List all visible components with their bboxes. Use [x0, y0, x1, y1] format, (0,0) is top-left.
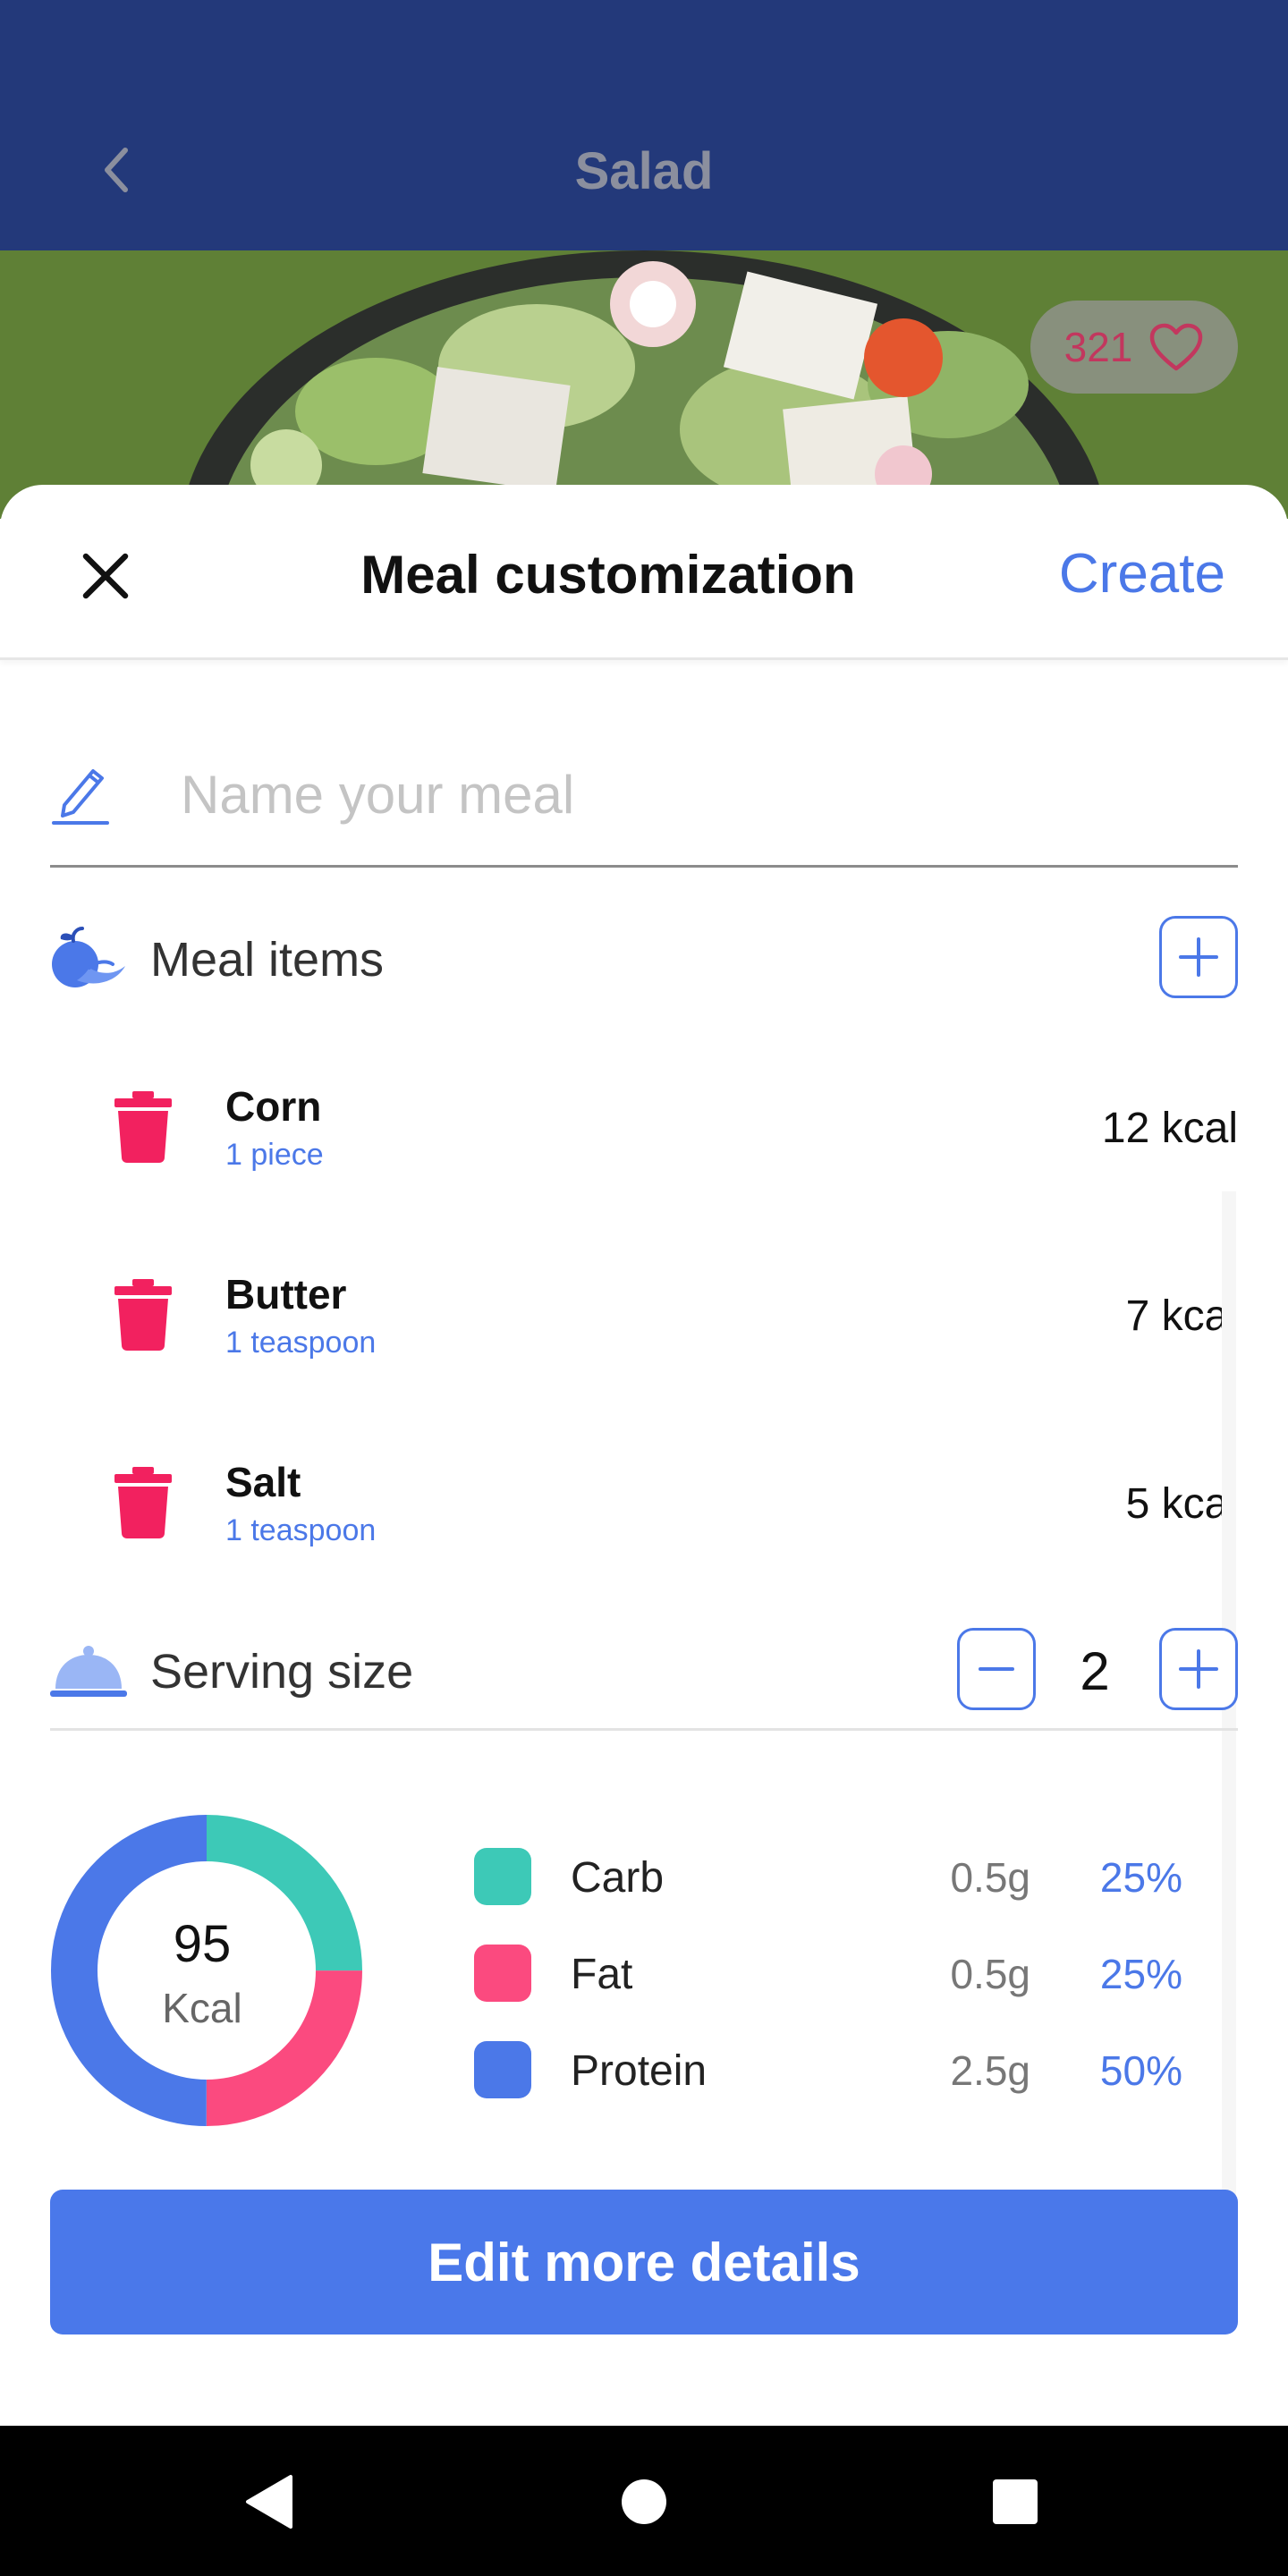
trash-icon[interactable]: [114, 1467, 172, 1538]
system-nav-bar: [0, 2426, 1288, 2576]
fruit-icon: [52, 927, 125, 987]
fat-swatch: [474, 1945, 531, 2002]
item-unit: 1 teaspoon: [225, 1513, 377, 1547]
likes-badge[interactable]: 321: [1030, 301, 1238, 394]
macro-percent: 25%: [1099, 1854, 1182, 1901]
total-kcal-value: 95: [173, 1915, 232, 1973]
add-item-button[interactable]: [1159, 916, 1238, 998]
macro-name: Protein: [571, 2047, 708, 2095]
cloche-icon: [50, 1646, 127, 1697]
meal-customization-sheet: Meal customization Create Meal items: [0, 485, 1288, 2426]
pencil-icon: [52, 769, 109, 825]
meal-items-label: Meal items: [150, 933, 385, 987]
item-name: Butter: [225, 1271, 347, 1318]
plus-icon: [1179, 937, 1218, 977]
item-name: Salt: [225, 1459, 301, 1505]
sheet-header: Meal customization Create: [0, 485, 1288, 660]
item-name: Corn: [225, 1083, 322, 1130]
serving-count: 2: [1080, 1641, 1110, 1701]
triangle-back-icon: [246, 2475, 292, 2529]
macro-name: Fat: [571, 1951, 633, 1998]
macro-grams: 0.5g: [950, 1854, 1030, 1901]
plus-icon: [1179, 1649, 1218, 1689]
trash-icon[interactable]: [114, 1091, 172, 1163]
nav-back-button[interactable]: [238, 2470, 301, 2533]
meal-item-row[interactable]: Salt 1 teaspoon 5 kcal: [0, 1436, 1288, 1589]
nav-recents-button[interactable]: [984, 2470, 1046, 2533]
item-unit: 1 teaspoon: [225, 1326, 377, 1360]
create-button[interactable]: Create: [1059, 542, 1225, 606]
circle-home-icon: [622, 2479, 666, 2524]
likes-count: 321: [1063, 324, 1133, 370]
item-kcal: 12 kcal: [1101, 1105, 1238, 1152]
meal-item-row[interactable]: Corn 1 piece 12 kcal: [0, 1061, 1288, 1213]
macro-grams: 2.5g: [950, 2047, 1030, 2094]
square-recents-icon: [993, 2479, 1038, 2524]
macro-row-fat: Fat 0.5g 25%: [474, 1943, 1208, 2005]
divider: [50, 1728, 1238, 1731]
macro-name: Carb: [571, 1854, 665, 1902]
decrease-serving-button[interactable]: [957, 1628, 1036, 1710]
minus-icon: [979, 1667, 1014, 1671]
macro-grams: 0.5g: [950, 1951, 1030, 1997]
meal-name-field: [50, 741, 1238, 868]
macro-percent: 25%: [1099, 1951, 1182, 1997]
macro-row-carb: Carb 0.5g 25%: [474, 1846, 1208, 1909]
heart-outline-icon: [1150, 323, 1203, 371]
item-unit: 1 piece: [225, 1138, 324, 1172]
serving-size-row: Serving size 2: [50, 1626, 1238, 1712]
increase-serving-button[interactable]: [1159, 1628, 1238, 1710]
total-kcal-unit: Kcal: [162, 1985, 242, 2031]
sheet-title: Meal customization: [360, 545, 856, 605]
macro-percent: 50%: [1099, 2047, 1182, 2094]
meal-items-header: Meal items: [50, 914, 1238, 1000]
carb-swatch: [474, 1848, 531, 1905]
trash-icon[interactable]: [114, 1279, 172, 1351]
meal-item-row[interactable]: Butter 1 teaspoon 7 kcal: [0, 1249, 1288, 1401]
serving-size-label: Serving size: [150, 1645, 414, 1699]
protein-swatch: [474, 2041, 531, 2098]
app-header: Salad: [0, 0, 1288, 250]
app-title: Salad: [574, 142, 714, 200]
nav-home-button[interactable]: [613, 2470, 675, 2533]
macro-row-protein: Protein 2.5g 50%: [474, 2039, 1208, 2102]
edit-more-details-button[interactable]: Edit more details: [50, 2190, 1238, 2334]
meal-name-input[interactable]: [181, 750, 1218, 839]
